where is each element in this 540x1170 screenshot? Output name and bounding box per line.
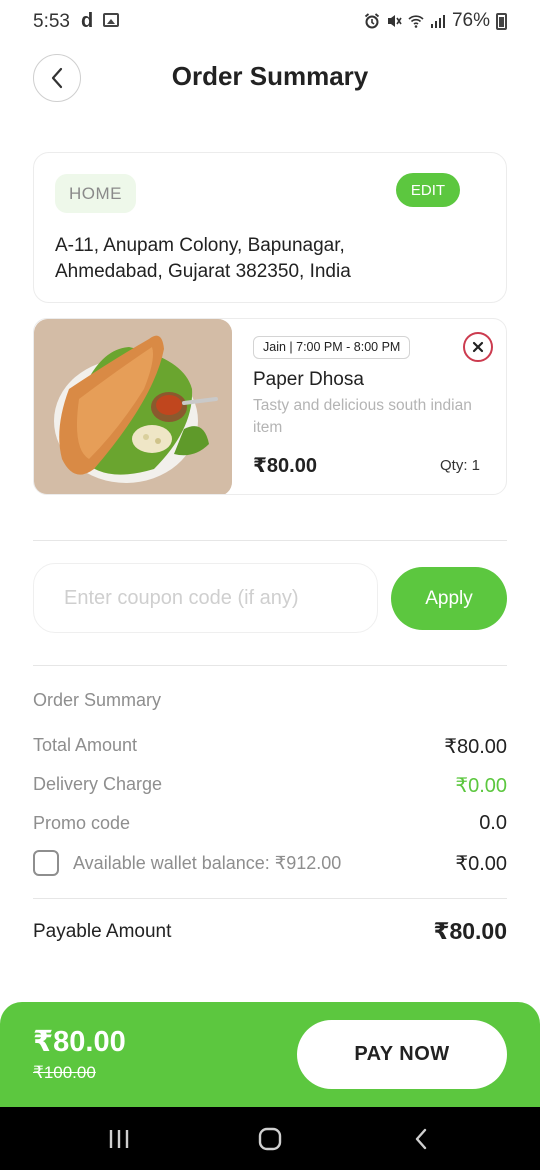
apply-coupon-button[interactable]: Apply (391, 567, 507, 630)
status-icons: 76% (364, 10, 507, 32)
status-time: 5:53 (33, 11, 70, 32)
delivery-charge-label: Delivery Charge (33, 774, 163, 794)
time-slot-badge: Jain | 7:00 PM - 8:00 PM (253, 336, 411, 359)
app-notification-icon: d (81, 10, 94, 32)
total-amount-value: ₹80.00 (444, 736, 507, 758)
recent-apps-icon (109, 1130, 129, 1148)
recent-apps-button[interactable] (103, 1123, 135, 1155)
wallet-checkbox[interactable] (33, 850, 59, 876)
promo-code-label: Promo code (33, 813, 131, 833)
remove-item-button[interactable] (463, 332, 493, 362)
close-icon (472, 341, 484, 353)
coupon-input[interactable] (33, 563, 378, 633)
battery-icon (496, 12, 507, 30)
wifi-icon (408, 15, 424, 28)
delivery-charge-value: ₹0.00 (455, 775, 507, 797)
divider (33, 898, 507, 899)
gallery-notification-icon (103, 13, 119, 27)
item-description: Tasty and delicious south indian item (253, 397, 472, 436)
home-icon (258, 1127, 282, 1151)
page-title: Order Summary (171, 61, 369, 91)
promo-code-value: 0.0 (479, 812, 507, 834)
address-type-badge: HOME (55, 174, 136, 213)
system-nav-bar (0, 1107, 540, 1170)
divider (33, 540, 507, 541)
wallet-balance-value: ₹0.00 (455, 853, 507, 875)
wallet-balance-label: Available wallet balance: ₹912.00 (73, 853, 342, 873)
item-image (34, 319, 232, 494)
item-quantity: Qty: 1 (439, 457, 480, 474)
address-line-2: Ahmedabad, Gujarat 382350, India (55, 261, 351, 282)
battery-percent: 76% (451, 10, 490, 31)
back-icon (415, 1128, 427, 1150)
address-text: A-11, Anupam Colony, Bapunagar, Ahmedaba… (55, 233, 475, 285)
pay-bar-original-price: ₹100.00 (33, 1063, 96, 1082)
address-card: HOME EDIT A-11, Anupam Colony, Bapunagar… (33, 152, 507, 303)
item-name: Paper Dhosa (253, 369, 364, 390)
home-button[interactable] (254, 1123, 286, 1155)
system-back-button[interactable] (405, 1123, 437, 1155)
payable-amount-label: Payable Amount (33, 921, 172, 942)
divider (33, 665, 507, 666)
pay-bar-price: ₹80.00 (33, 1026, 126, 1058)
alarm-icon (364, 13, 380, 29)
payable-amount-value: ₹80.00 (433, 918, 507, 944)
status-bar: 5:53 d 76% (0, 0, 540, 44)
mute-icon (387, 15, 402, 27)
address-line-1: A-11, Anupam Colony, Bapunagar, (55, 235, 345, 256)
item-price: ₹80.00 (253, 455, 317, 477)
summary-heading: Order Summary (33, 690, 162, 710)
total-amount-label: Total Amount (33, 735, 138, 755)
edit-address-button[interactable]: EDIT (396, 173, 460, 207)
pay-now-button[interactable]: PAY NOW (297, 1020, 507, 1089)
signal-icon (430, 15, 445, 28)
pay-bar: ₹80.00 ₹100.00 PAY NOW (0, 1002, 540, 1110)
cart-item-card: Jain | 7:00 PM - 8:00 PM Paper Dhosa Tas… (33, 318, 507, 495)
